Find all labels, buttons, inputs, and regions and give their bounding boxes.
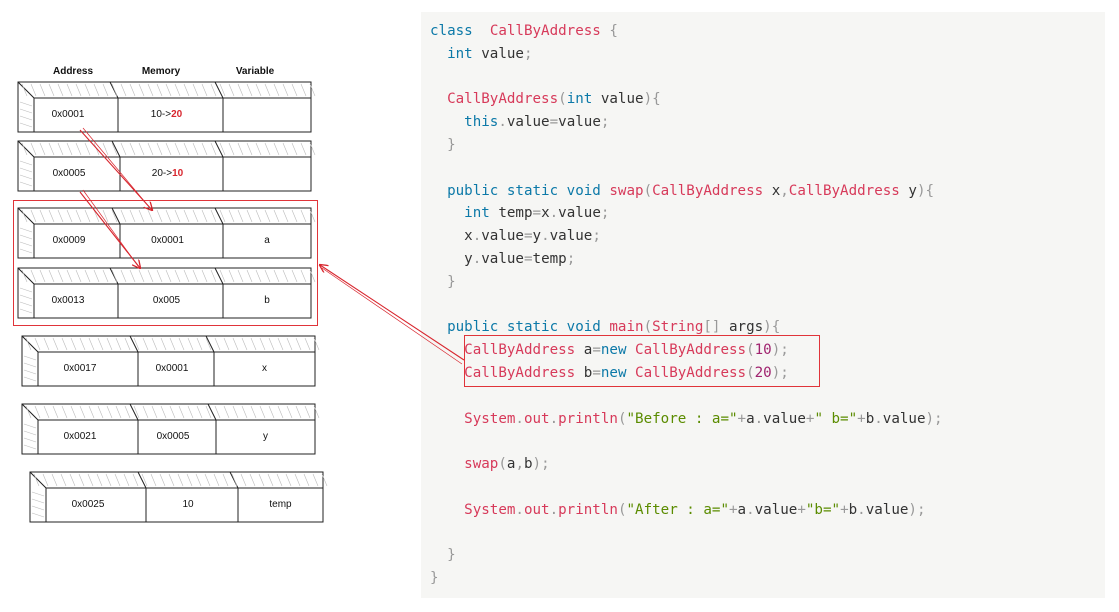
arrow-0x0001-to-a-2 [82, 127, 151, 209]
arrow-code-to-ab [320, 265, 465, 361]
arrow-0x0005-to-b-2 [82, 189, 139, 267]
arrows-overlay [79, 127, 465, 365]
arrow-code-to-ab-2 [321, 267, 463, 365]
